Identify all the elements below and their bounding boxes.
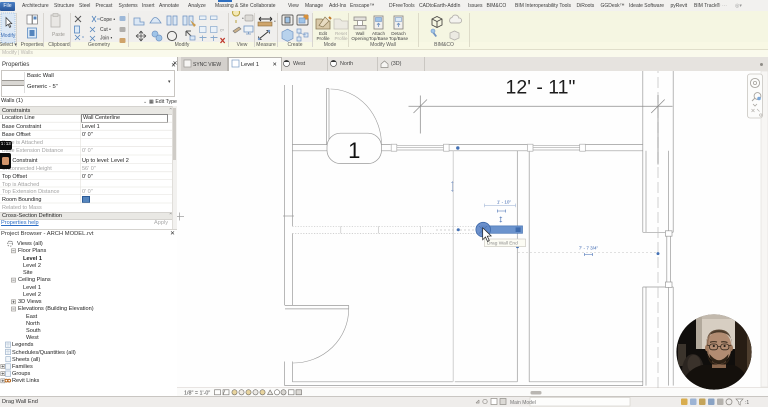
svg-text:Modify: Modify bbox=[1, 33, 16, 39]
svg-text::1: :1 bbox=[745, 400, 749, 406]
svg-text:Cut •: Cut • bbox=[100, 27, 111, 33]
svg-text:Paste: Paste bbox=[52, 32, 65, 38]
svg-text:Main Model: Main Model bbox=[510, 400, 536, 406]
svg-text:•: • bbox=[242, 16, 244, 22]
svg-text:Cope •: Cope • bbox=[100, 17, 115, 23]
svg-text:7' - 7 3/4": 7' - 7 3/4" bbox=[579, 245, 599, 250]
svg-text:Join •: Join • bbox=[100, 36, 113, 42]
svg-text:12' - 11": 12' - 11" bbox=[506, 77, 576, 99]
svg-text:Drag Wall End: Drag Wall End bbox=[487, 241, 518, 247]
svg-text:c•: c• bbox=[220, 28, 224, 33]
svg-text:1: 1 bbox=[348, 138, 360, 163]
svg-text:•: • bbox=[274, 19, 276, 25]
svg-text:1' - 10": 1' - 10" bbox=[497, 199, 512, 204]
